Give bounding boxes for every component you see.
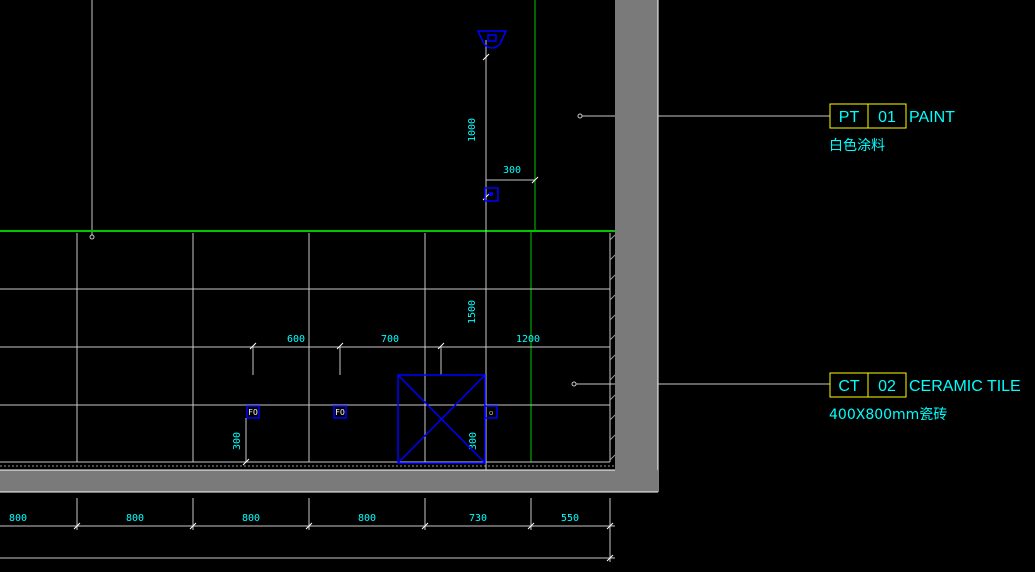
- dim-switch-offset: 300: [503, 165, 521, 176]
- paint-note: 白色涂料: [829, 137, 885, 154]
- dim-bottom-2: 800: [126, 513, 144, 524]
- paint-code: PT: [839, 109, 860, 126]
- paint-name: PAINT: [909, 109, 955, 126]
- cad-elevation-drawing: 1000 300 1500 600 700 1200 FO FO ▫ 300 3…: [0, 0, 1021, 562]
- tile-name: CERAMIC TILE: [909, 378, 1021, 395]
- outlet-b-label: FO: [335, 408, 345, 417]
- tile-code: CT: [838, 378, 860, 395]
- dim-grid-height: 1500: [467, 300, 478, 324]
- dim-spacing-1: 600: [287, 334, 305, 345]
- dim-outlet-height-left: 300: [232, 432, 243, 450]
- reference-point: [89, 234, 95, 240]
- dim-bottom-4: 800: [358, 513, 376, 524]
- outlet-icon: ▫: [484, 405, 498, 419]
- outlet-icon: FO: [333, 405, 347, 419]
- tile-grid: [0, 233, 611, 463]
- dim-bottom-5: 730: [469, 513, 487, 524]
- floor-slab: [0, 470, 658, 492]
- leader-lines: [571, 113, 830, 387]
- tile-tag: CT 02 CERAMIC TILE 400X800mm瓷砖: [829, 372, 1021, 423]
- switch-icon: [484, 187, 499, 202]
- wall-lamp-icon: [476, 30, 508, 49]
- dim-lamp-height: 1000: [467, 118, 478, 142]
- bottom-dimension-chain: [0, 498, 615, 562]
- tile-number: 02: [878, 378, 896, 395]
- dim-spacing-2: 700: [381, 334, 399, 345]
- paint-number: 01: [878, 109, 896, 126]
- spacing-dimension-lines: [249, 342, 445, 375]
- dim-bottom-6: 550: [561, 513, 579, 524]
- outlet-c-label: ▫: [489, 408, 494, 417]
- dim-bottom-3: 800: [242, 513, 260, 524]
- outlet-a-label: FO: [248, 408, 258, 417]
- paint-tag: PT 01 PAINT 白色涂料: [829, 103, 955, 154]
- dim-spacing-3: 1200: [516, 334, 540, 345]
- dim-bottom-1: 800: [9, 513, 27, 524]
- tile-edge-hatch: [0, 234, 616, 467]
- outlet-icon: FO: [246, 405, 260, 419]
- access-panel-icon: [397, 374, 486, 464]
- right-wall: [615, 0, 658, 470]
- tile-note: 400X800mm瓷砖: [829, 407, 947, 423]
